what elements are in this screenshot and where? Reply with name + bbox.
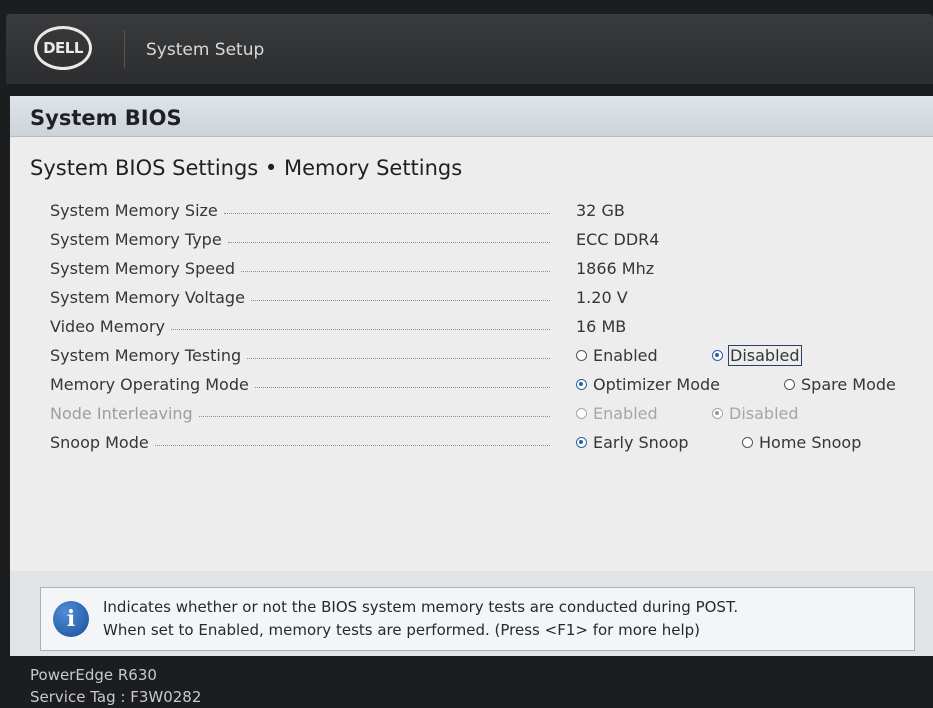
leader-dots <box>241 271 550 272</box>
setting-label: System Memory Size <box>50 201 218 220</box>
section-title: System BIOS <box>30 106 182 130</box>
setting-label: System Memory Speed <box>50 259 236 278</box>
top-header-bar: DELL System Setup <box>6 14 933 84</box>
setting-value: 16 MB <box>576 317 627 336</box>
setting-row-memory-voltage: System Memory Voltage 1.20 V <box>50 283 930 312</box>
leader-dots <box>254 387 550 388</box>
radio-on-icon[interactable] <box>712 350 723 361</box>
leader-dots <box>198 416 550 417</box>
radio-off-icon[interactable] <box>784 379 795 390</box>
leader-dots <box>223 213 550 214</box>
help-box: i Indicates whether or not the BIOS syst… <box>40 587 915 651</box>
setting-label: Video Memory <box>50 317 165 336</box>
settings-list: System Memory Size 32 GB System Memory T… <box>50 196 930 457</box>
setting-row-video-memory: Video Memory 16 MB <box>50 312 930 341</box>
service-tag: Service Tag : F3W0282 <box>30 688 202 706</box>
radio-option-enabled[interactable]: Enabled <box>576 346 712 365</box>
setting-label: Snoop Mode <box>50 433 149 452</box>
help-area: i Indicates whether or not the BIOS syst… <box>10 571 933 656</box>
radio-option-enabled: Enabled <box>576 404 712 423</box>
radio-off-icon[interactable] <box>576 350 587 361</box>
page-subtitle: System BIOS Settings • Memory Settings <box>30 156 463 180</box>
help-line-1: Indicates whether or not the BIOS system… <box>103 598 739 616</box>
radio-option-optimizer-mode[interactable]: Optimizer Mode <box>576 375 784 394</box>
setting-value: 1.20 V <box>576 288 628 307</box>
setting-row-node-interleaving: Node Interleaving Enabled Disabled <box>50 399 930 428</box>
setting-row-memory-speed: System Memory Speed 1866 Mhz <box>50 254 930 283</box>
setting-label: Memory Operating Mode <box>50 375 249 394</box>
help-text: Indicates whether or not the BIOS system… <box>103 596 903 642</box>
setting-value: ECC DDR4 <box>576 230 660 249</box>
radio-off-icon <box>576 408 587 419</box>
radio-on-icon[interactable] <box>576 437 587 448</box>
radio-on-icon[interactable] <box>576 379 587 390</box>
leader-dots <box>154 445 550 446</box>
dell-logo: DELL <box>34 26 92 70</box>
radio-option-early-snoop[interactable]: Early Snoop <box>576 433 742 452</box>
app-title: System Setup <box>146 40 265 60</box>
leader-dots <box>250 300 550 301</box>
leader-dots <box>170 329 550 330</box>
radio-option-spare-mode[interactable]: Spare Mode <box>784 375 896 394</box>
system-model: PowerEdge R630 <box>30 666 157 684</box>
leader-dots <box>227 242 550 243</box>
setting-label: Node Interleaving <box>50 404 193 423</box>
setting-label: System Memory Type <box>50 230 222 249</box>
section-header: System BIOS <box>10 96 933 137</box>
header-divider <box>124 30 125 68</box>
setting-row-memory-size: System Memory Size 32 GB <box>50 196 930 225</box>
setting-label: System Memory Voltage <box>50 288 245 307</box>
setting-label: System Memory Testing <box>50 346 242 365</box>
setting-row-snoop-mode: Snoop Mode Early Snoop Home Snoop <box>50 428 930 457</box>
help-line-2: When set to Enabled, memory tests are pe… <box>103 621 701 639</box>
radio-option-home-snoop[interactable]: Home Snoop <box>742 433 861 452</box>
radio-off-icon[interactable] <box>742 437 753 448</box>
leader-dots <box>247 358 550 359</box>
radio-option-disabled[interactable]: Disabled <box>712 345 802 366</box>
main-panel: System BIOS System BIOS Settings • Memor… <box>10 96 933 571</box>
setting-value: 1866 Mhz <box>576 259 655 278</box>
setting-row-memory-testing: System Memory Testing Enabled Disabled <box>50 341 930 370</box>
info-icon: i <box>53 601 89 637</box>
radio-option-disabled: Disabled <box>712 404 799 423</box>
setting-value: 32 GB <box>576 201 625 220</box>
footer: PowerEdge R630 Service Tag : F3W0282 <box>30 664 201 708</box>
setting-row-memory-type: System Memory Type ECC DDR4 <box>50 225 930 254</box>
setting-row-operating-mode: Memory Operating Mode Optimizer Mode Spa… <box>50 370 930 399</box>
radio-on-icon <box>712 408 723 419</box>
